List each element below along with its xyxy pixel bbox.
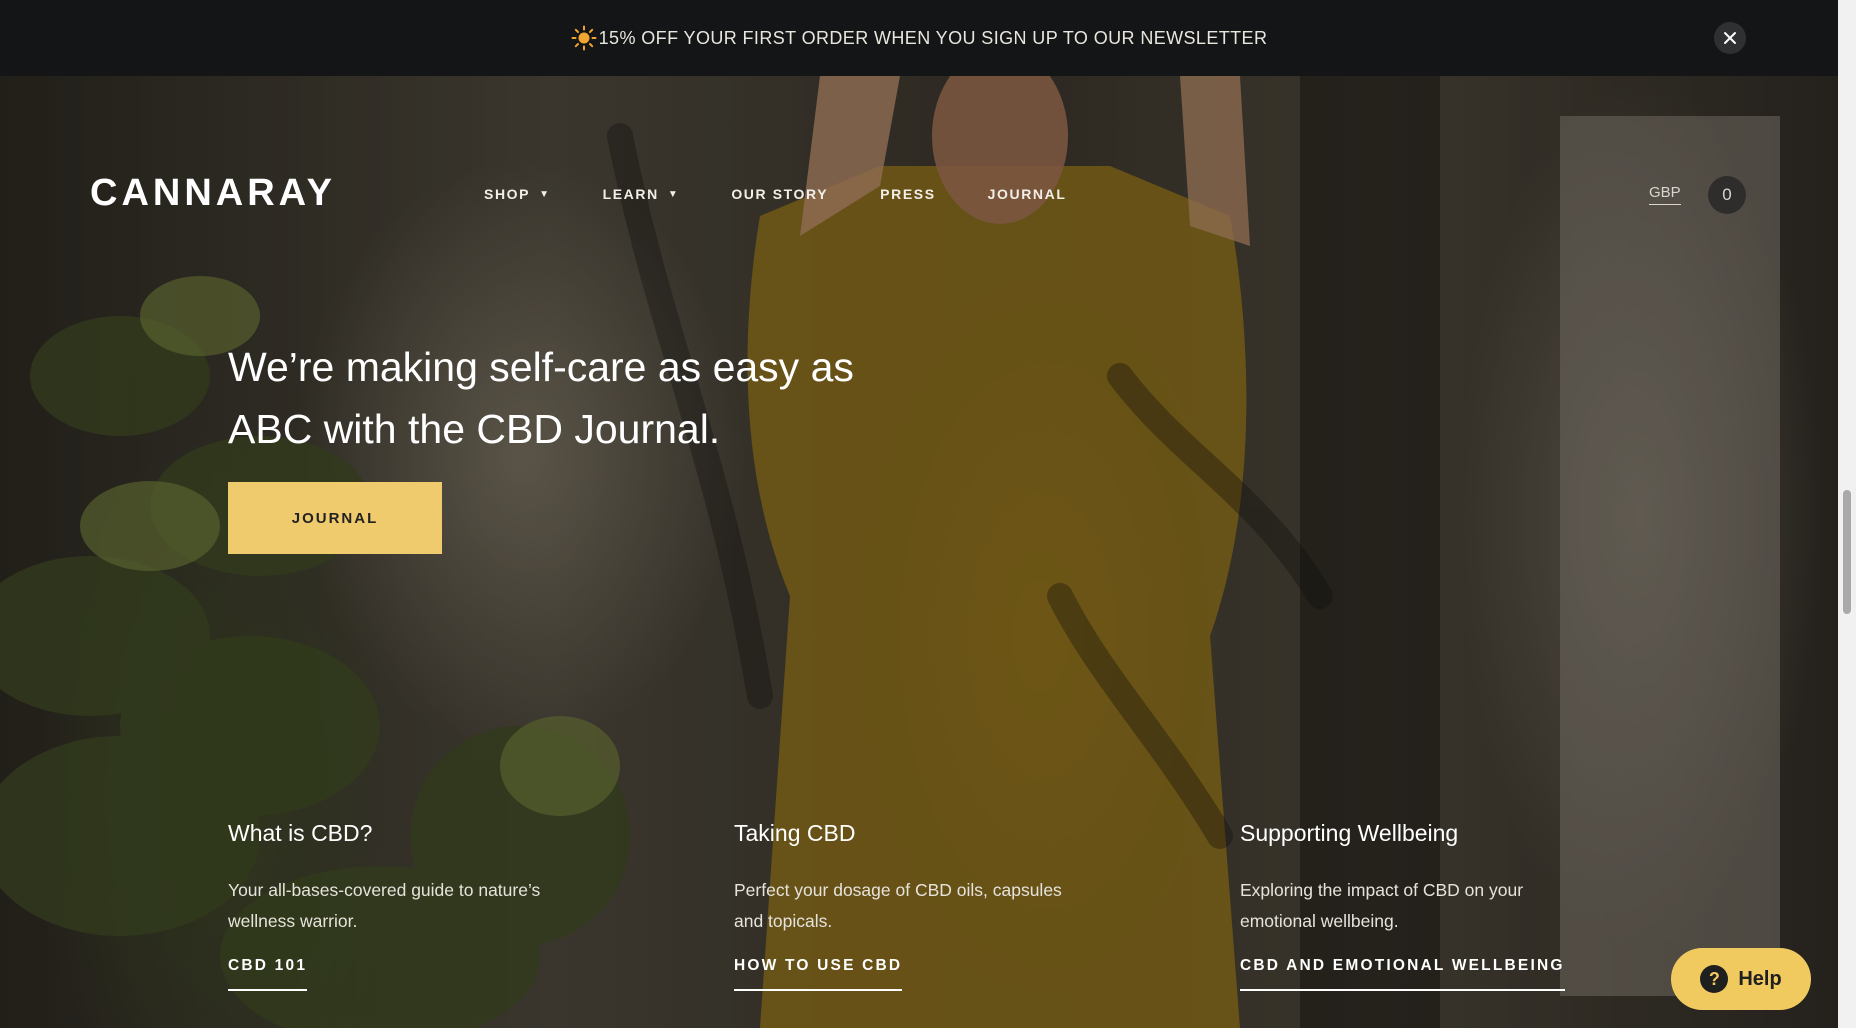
nav-item-label: LEARN (602, 186, 659, 202)
cart-count: 0 (1722, 185, 1732, 204)
nav-item-label: PRESS (880, 186, 936, 202)
card-body: Exploring the impact of CBD on your emot… (1240, 880, 1524, 931)
hero-headline: We’re making self-care as easy as ABC wi… (228, 344, 854, 452)
card-title: Supporting Wellbeing (1240, 820, 1459, 846)
caret-down-icon: ▼ (667, 188, 680, 200)
card-link-cbd-101[interactable]: CBD 101 (228, 957, 308, 991)
card-body: Perfect your dosage of CBD oils, capsule… (734, 880, 1062, 931)
nav-item-label: OUR STORY (731, 186, 829, 202)
cart-button[interactable]: 0 (1708, 176, 1746, 214)
card-link-how-to-use-cbd[interactable]: HOW TO USE CBD (734, 957, 903, 991)
nav-item-our-story[interactable]: OUR STORY (731, 186, 828, 202)
nav-item-journal[interactable]: JOURNAL (988, 186, 1067, 202)
primary-nav: SHOP ▼ LEARN ▼ OUR STORY PRESS JOURNAL (484, 186, 1119, 202)
card-title: Taking CBD (734, 820, 856, 846)
scrollbar-thumb[interactable] (1843, 490, 1851, 614)
help-button[interactable]: ? Help (1671, 948, 1811, 1010)
card-title: What is CBD? (228, 820, 373, 846)
close-announcement-button[interactable] (1714, 22, 1746, 54)
nav-item-label: JOURNAL (987, 186, 1067, 202)
card-what-is-cbd: What is CBD? Your all-bases-covered guid… (228, 820, 588, 991)
site-logo[interactable]: CANNARAY (90, 172, 336, 215)
card-taking-cbd: Taking CBD Perfect your dosage of CBD oi… (734, 820, 1094, 991)
sun-icon (571, 25, 597, 51)
card-body: Your all-bases-covered guide to nature’s… (228, 880, 541, 931)
caret-down-icon: ▼ (539, 188, 551, 200)
announcement-text[interactable]: 15% OFF YOUR FIRST ORDER WHEN YOU SIGN U… (599, 28, 1268, 49)
close-icon (1724, 32, 1736, 44)
nav-item-press[interactable]: PRESS (880, 186, 935, 202)
nav-item-shop[interactable]: SHOP ▼ (484, 186, 551, 202)
currency-selector[interactable]: GBP (1649, 184, 1681, 205)
card-link-cbd-emotional-wellbeing[interactable]: CBD AND EMOTIONAL WELLBEING (1240, 957, 1565, 991)
page-scrollbar[interactable] (1838, 0, 1856, 1028)
question-icon: ? (1700, 965, 1729, 993)
help-label: Help (1738, 967, 1782, 990)
card-supporting-wellbeing: Supporting Wellbeing Exploring the impac… (1240, 820, 1600, 991)
announcement-text-wrap: 15% OFF YOUR FIRST ORDER WHEN YOU SIGN U… (571, 25, 1268, 51)
nav-item-learn[interactable]: LEARN ▼ (603, 186, 680, 202)
nav-item-label: SHOP (484, 186, 531, 202)
main-navbar: CANNARAY SHOP ▼ LEARN ▼ OUR STORY PRESS … (0, 150, 1838, 240)
journal-button[interactable]: JOURNAL (228, 482, 442, 554)
announcement-bar: 15% OFF YOUR FIRST ORDER WHEN YOU SIGN U… (0, 0, 1838, 76)
